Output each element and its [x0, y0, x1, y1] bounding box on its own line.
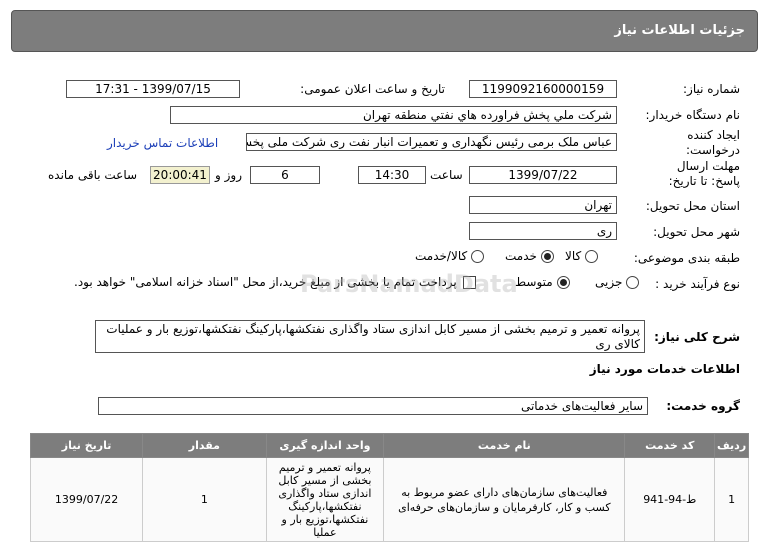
reply-time-word: ساعت: [430, 168, 463, 182]
radio-icon[interactable]: [471, 249, 485, 263]
col-need-date: تاریخ نیاز: [29, 433, 144, 458]
city-field: ری: [469, 222, 617, 240]
col-row: ردیف: [714, 433, 749, 458]
treasury-payment-option[interactable]: پرداخت تمام یا بخشی از مبلغ خرید،از محل …: [74, 275, 476, 289]
checkbox-icon[interactable]: [462, 275, 476, 289]
class-option-goods-service[interactable]: کالا/خدمت: [415, 249, 485, 263]
class-option-service[interactable]: خدمت: [505, 249, 554, 263]
table-row: 1 ط-94-941 فعالیت‌های سازمان‌های دارای ع…: [29, 457, 749, 542]
buyer-contact-link[interactable]: اطلاعات تماس خریدار: [107, 136, 218, 150]
page-header: جزئیات اطلاعات نیاز: [11, 10, 758, 52]
province-label: استان محل تحویل:: [645, 199, 740, 213]
page-title: جزئیات اطلاعات نیاز: [614, 23, 745, 38]
cell-service-code: ط-94-941: [624, 457, 716, 542]
buyer-org-label: نام دستگاه خریدار:: [645, 108, 741, 122]
radio-icon[interactable]: [585, 249, 599, 263]
services-info-heading: اطلاعات خدمات مورد نیاز: [589, 362, 740, 376]
purchase-option-minor[interactable]: جزیی: [595, 275, 640, 289]
subject-class-label: طبقه بندی موضوعی:: [633, 251, 740, 265]
cell-service-name: فعالیت‌های سازمان‌های دارای عضو مربوط به…: [383, 457, 626, 542]
class-option-goods[interactable]: کالا: [565, 249, 599, 263]
need-number-field: 1199092160000159: [469, 80, 617, 98]
services-table: ردیف کد خدمت نام خدمت واحد اندازه گیری م…: [29, 433, 749, 542]
col-service-name: نام خدمت: [383, 433, 626, 458]
col-service-code: کد خدمت: [624, 433, 716, 458]
radio-icon[interactable]: [626, 275, 640, 289]
announce-datetime-label: تاریخ و ساعت اعلان عمومی:: [300, 82, 445, 96]
buyer-org-field: شرکت ملي پخش فراورده هاي نفتي منطقه تهرا…: [170, 106, 617, 124]
need-number-label: شماره نیاز:: [683, 82, 740, 96]
service-group-label: گروه خدمت:: [666, 399, 740, 413]
overall-desc-label: شرح کلی نیاز:: [654, 330, 740, 344]
request-creator-field: عباس ملک برمی رئیس نگهداری و تعمیرات انب…: [246, 133, 617, 151]
request-creator-label: ایجاد کننده درخواست:: [686, 128, 740, 157]
radio-selected-icon[interactable]: [556, 275, 570, 289]
col-unit: واحد اندازه گیری: [265, 433, 385, 458]
service-group-field: سایر فعالیت‌های خدماتی: [98, 397, 648, 415]
cell-unit: پروانه تعمیر و ترمیم بخشی از مسیر کابل ا…: [265, 457, 385, 542]
city-label: شهر محل تحویل:: [653, 225, 740, 239]
reply-deadline-label: مهلت ارسال پاسخ: تا تاریخ:: [668, 159, 740, 188]
remaining-label: ساعت باقی مانده: [48, 168, 138, 182]
cell-need-date: 1399/07/22: [29, 457, 144, 542]
purchase-type-label: نوع فرآیند خرید :: [655, 277, 740, 291]
radio-selected-icon[interactable]: [540, 249, 554, 263]
remaining-time-field: 20:00:41: [150, 166, 210, 184]
province-field: تهران: [469, 196, 617, 214]
day-and-word: روز و: [215, 168, 242, 182]
reply-time-field: 14:30: [358, 166, 426, 184]
reply-date-field: 1399/07/22: [469, 166, 617, 184]
col-quantity: مقدار: [142, 433, 267, 458]
cell-row: 1: [714, 457, 749, 542]
cell-quantity: 1: [142, 457, 267, 542]
table-header-row: ردیف کد خدمت نام خدمت واحد اندازه گیری م…: [29, 433, 749, 458]
announce-datetime-field: 1399/07/15 - 17:31: [66, 80, 240, 98]
purchase-option-medium[interactable]: متوسط: [515, 275, 570, 289]
overall-desc-field: پروانه تعمیر و ترمیم بخشی از مسیر کابل ا…: [95, 320, 645, 353]
days-field: 6: [250, 166, 320, 184]
